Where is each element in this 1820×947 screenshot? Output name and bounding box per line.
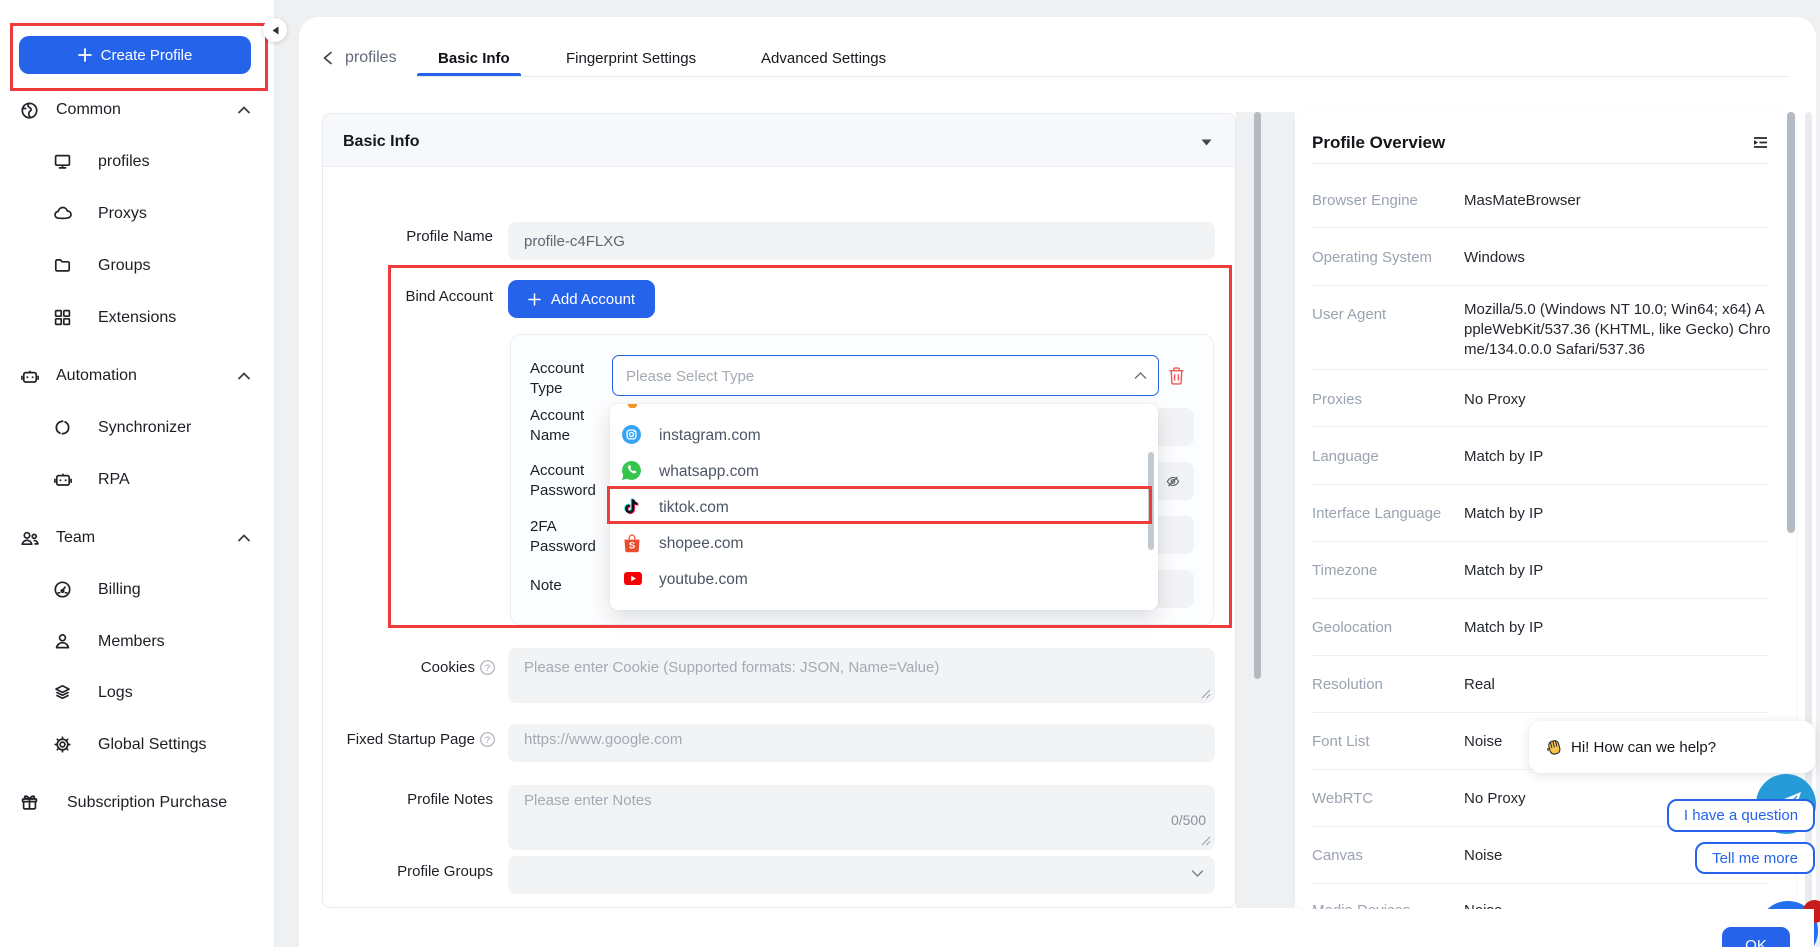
svg-text:?: ? [485,735,490,746]
svg-text:?: ? [485,663,490,674]
